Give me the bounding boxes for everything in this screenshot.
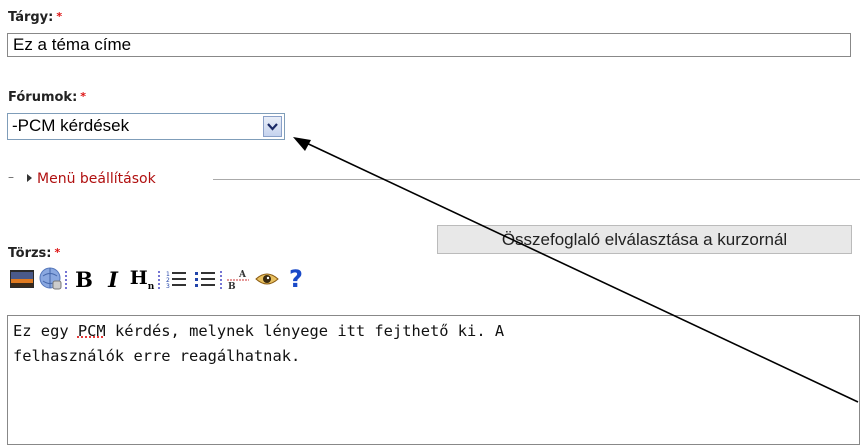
toolbar-separator xyxy=(157,270,161,290)
chevron-down-icon xyxy=(264,117,281,136)
toolbar-separator xyxy=(64,270,68,290)
body-text: kérdés, melynek lényege itt fejthető ki.… xyxy=(106,322,504,340)
body-textarea[interactable]: Ez egy PCM kérdés, melynek lényege itt f… xyxy=(7,315,860,445)
help-icon: ? xyxy=(289,265,303,293)
collapse-marker: – xyxy=(8,170,14,184)
help-button[interactable]: ? xyxy=(283,266,309,292)
menu-settings-legend[interactable]: Menü beállítások xyxy=(37,171,156,187)
toolbar-separator xyxy=(219,270,223,290)
unordered-list-button[interactable] xyxy=(192,266,218,292)
forums-label: Fórumok: * xyxy=(8,90,86,105)
svg-text:A: A xyxy=(238,270,247,280)
dropdown-button[interactable] xyxy=(263,116,282,137)
required-marker: * xyxy=(55,246,61,259)
unordered-list-icon xyxy=(194,269,216,289)
heading-icon: Hn xyxy=(130,267,155,292)
required-marker: * xyxy=(56,10,62,23)
heading-button[interactable]: Hn xyxy=(129,266,155,292)
body-label: Törzs: * xyxy=(8,246,60,261)
subject-input[interactable]: Ez a téma címe xyxy=(7,33,851,57)
expand-arrow-icon[interactable] xyxy=(27,174,32,182)
subject-label-text: Tárgy: xyxy=(8,10,53,25)
body-label-text: Törzs: xyxy=(8,246,52,261)
preview-icon xyxy=(255,271,279,287)
footnote-button[interactable]: A B xyxy=(225,266,251,292)
body-text: felhasználók erre reagálhatnak. xyxy=(13,347,300,365)
required-marker: * xyxy=(80,90,86,103)
image-icon xyxy=(10,270,34,288)
link-button[interactable] xyxy=(38,266,64,292)
ordered-list-button[interactable]: 1 2 3 xyxy=(163,266,189,292)
fieldset-divider xyxy=(213,179,860,180)
forums-selected-value: -PCM kérdések xyxy=(12,116,129,136)
bold-button[interactable]: B xyxy=(71,266,97,292)
italic-icon: I xyxy=(108,267,118,292)
forums-select[interactable]: -PCM kérdések xyxy=(7,113,285,140)
footnote-icon: A B xyxy=(226,268,250,290)
svg-text:B: B xyxy=(228,282,236,290)
subject-label: Tárgy: * xyxy=(8,10,62,25)
svg-text:3: 3 xyxy=(166,283,170,289)
link-icon xyxy=(39,267,63,291)
body-text: Ez egy xyxy=(13,322,78,340)
heading-sub: n xyxy=(148,281,155,291)
heading-glyph: H xyxy=(130,267,148,289)
bold-icon: B xyxy=(75,267,93,292)
italic-button[interactable]: I xyxy=(100,266,126,292)
preview-button[interactable] xyxy=(254,266,280,292)
body-text-misspelled: PCM xyxy=(78,322,106,340)
image-button[interactable] xyxy=(9,266,35,292)
ordered-list-icon: 1 2 3 xyxy=(165,269,187,289)
split-summary-button[interactable]: Összefoglaló elválasztása a kurzornál xyxy=(437,225,852,254)
forums-label-text: Fórumok: xyxy=(8,90,77,105)
